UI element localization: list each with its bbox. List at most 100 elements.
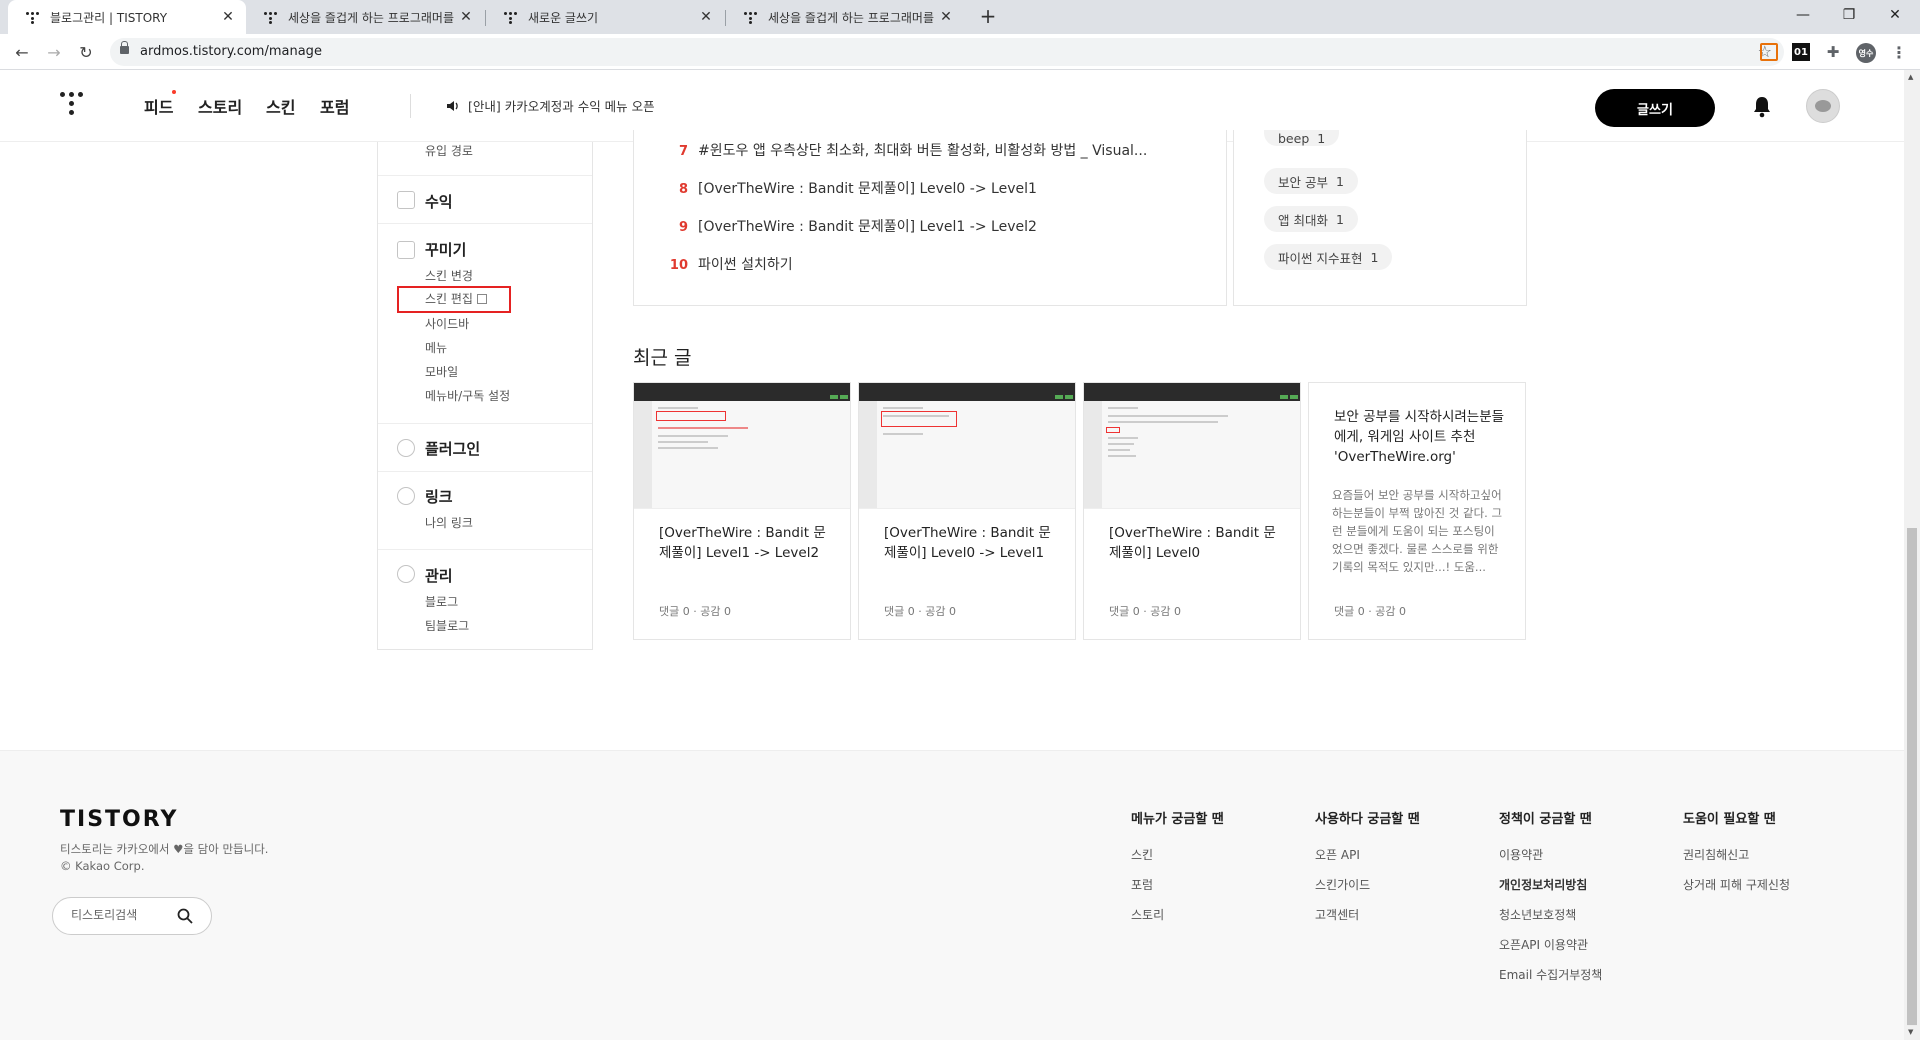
page-scrollbar[interactable]: ▲ ▼: [1904, 70, 1920, 1040]
nav-forum[interactable]: 포럼: [320, 94, 349, 118]
footer-link[interactable]: 오픈 API: [1315, 846, 1360, 863]
layout-icon: [397, 241, 415, 259]
sidebar-item-menubar-subscribe[interactable]: 메뉴바/구독 설정: [425, 387, 510, 404]
sidebar-section-manage[interactable]: 관리: [425, 565, 453, 586]
minimize-button[interactable]: —: [1780, 0, 1826, 30]
new-badge-dot: [172, 90, 176, 94]
sidebar-section-link[interactable]: 링크: [425, 486, 453, 507]
tag-chip[interactable]: beep 1: [1264, 130, 1340, 146]
close-tab-icon[interactable]: ✕: [698, 9, 714, 25]
popular-post-row[interactable]: 7 #윈도우 앱 우측상단 최소화, 최대화 버튼 활성화, 비활성화 방법 _ …: [666, 140, 1147, 160]
browser-tab[interactable]: 세상을 즐겁게 하는 프로그래머를 ✕: [726, 0, 964, 34]
footer-search-input[interactable]: [71, 908, 167, 922]
address-bar[interactable]: ardmos.tistory.com/manage ☆: [110, 38, 1784, 66]
browser-tab-active[interactable]: 블로그관리 | TISTORY ✕: [8, 0, 246, 34]
tag-chip[interactable]: 보안 공부 1: [1264, 168, 1358, 194]
browser-tab[interactable]: 세상을 즐겁게 하는 프로그래머를 ✕: [246, 0, 484, 34]
tistory-favicon-icon: [744, 10, 758, 24]
footer-link[interactable]: 고객센터: [1315, 906, 1359, 923]
url-text[interactable]: ardmos.tistory.com/manage: [140, 44, 322, 59]
nav-feed[interactable]: 피드: [144, 94, 173, 118]
card-title[interactable]: [OverTheWire : Bandit 문제풀이] Level1 -> Le…: [659, 523, 829, 563]
close-tab-icon[interactable]: ✕: [220, 9, 236, 25]
sidebar-item-mobile[interactable]: 모바일: [425, 363, 458, 380]
sidebar-item-menu[interactable]: 메뉴: [425, 339, 447, 356]
browser-toolbar: ← → ↻ ardmos.tistory.com/manage ☆ 01 ✚ 영…: [0, 34, 1920, 70]
footer-search-box[interactable]: [52, 897, 212, 935]
popular-post-row[interactable]: 8 [OverTheWire : Bandit 문제풀이] Level0 -> L…: [666, 178, 1037, 198]
nav-skin[interactable]: 스킨: [266, 94, 295, 118]
close-tab-icon[interactable]: ✕: [458, 9, 474, 25]
speaker-icon: [447, 100, 458, 111]
browser-tab-bar: 블로그관리 | TISTORY ✕ 세상을 즐겁게 하는 프로그래머를 ✕ 새로…: [0, 0, 1920, 34]
sidebar-item-my-link[interactable]: 나의 링크: [425, 514, 473, 531]
tistory-favicon-icon: [264, 10, 278, 24]
sidebar-section-revenue[interactable]: 수익: [425, 191, 453, 212]
scrollbar-thumb[interactable]: [1907, 528, 1917, 1026]
manage-sidebar: 유입 경로 수익 꾸미기 스킨 변경 스킨 편집 사이드바 메뉴 모바일 메뉴바…: [377, 142, 593, 650]
extension-01-icon[interactable]: 01: [1792, 43, 1810, 61]
extension-grid-icon[interactable]: [1760, 43, 1778, 61]
user-avatar[interactable]: [1806, 89, 1840, 123]
new-tab-button[interactable]: +: [976, 5, 1000, 29]
sidebar-item-change-skin[interactable]: 스킨 변경: [425, 267, 473, 284]
reload-icon[interactable]: ↻: [74, 40, 98, 64]
tistory-logo-icon[interactable]: [60, 92, 86, 120]
popular-post-row[interactable]: 9 [OverTheWire : Bandit 문제풀이] Level1 -> L…: [666, 216, 1037, 236]
footer-link[interactable]: 스킨가이드: [1315, 876, 1370, 893]
puzzle-extensions-icon[interactable]: ✚: [1824, 43, 1842, 61]
footer-link[interactable]: 이용약관: [1499, 846, 1543, 863]
footer-link[interactable]: 스킨: [1131, 846, 1153, 863]
close-window-button[interactable]: ✕: [1872, 0, 1918, 30]
recent-post-card[interactable]: [OverTheWire : Bandit 문제풀이] Level0 댓글 0 …: [1083, 382, 1301, 640]
plugin-icon: [397, 439, 415, 457]
tag-chip[interactable]: 앱 최대화 1: [1264, 206, 1358, 232]
more-menu-icon[interactable]: ⋮: [1890, 43, 1908, 62]
post-thumbnail: [1084, 383, 1300, 509]
recent-post-card[interactable]: 보안 공부를 시작하시려는분들에게, 워게임 사이트 추천 'OverTheWi…: [1308, 382, 1526, 640]
profile-avatar-button[interactable]: 영수: [1856, 43, 1876, 63]
popular-post-row[interactable]: 10 파이썬 설치하기: [666, 254, 793, 274]
browser-tab[interactable]: 새로운 글쓰기 ✕: [486, 0, 724, 34]
tistory-favicon-icon: [504, 10, 518, 24]
footer-link[interactable]: Email 수집거부정책: [1499, 966, 1602, 983]
card-title[interactable]: [OverTheWire : Bandit 문제풀이] Level0 -> Le…: [884, 523, 1054, 563]
forward-arrow-icon[interactable]: →: [42, 40, 66, 64]
sidebar-item-inflow-path[interactable]: 유입 경로: [425, 142, 473, 159]
footer-link[interactable]: 포럼: [1131, 876, 1153, 893]
recent-post-card[interactable]: [OverTheWire : Bandit 문제풀이] Level0 -> Le…: [858, 382, 1076, 640]
sidebar-item-team-blog[interactable]: 팀블로그: [425, 617, 469, 634]
footer-col-title: 사용하다 궁금할 땐: [1315, 812, 1420, 827]
revenue-icon: [397, 191, 415, 209]
card-title[interactable]: [OverTheWire : Bandit 문제풀이] Level0: [1109, 523, 1279, 563]
notice-banner[interactable]: [안내] 카카오계정과 수익 메뉴 오픈: [446, 96, 655, 115]
footer-link[interactable]: 권리침해신고: [1683, 846, 1749, 863]
bell-icon[interactable]: [1752, 96, 1772, 118]
footer-link[interactable]: 오픈API 이용약관: [1499, 936, 1588, 953]
card-meta: 댓글 0 · 공감 0: [659, 605, 731, 618]
recent-posts-title: 최근 글: [633, 347, 692, 369]
footer-link[interactable]: 상거래 피해 구제신청: [1683, 876, 1790, 893]
nav-story[interactable]: 스토리: [198, 94, 242, 118]
sidebar-item-sidebar[interactable]: 사이드바: [425, 315, 469, 332]
restore-button[interactable]: ❐: [1826, 0, 1872, 30]
search-icon[interactable]: [177, 908, 193, 924]
sidebar-section-plugin[interactable]: 플러그인: [425, 438, 480, 459]
footer-link[interactable]: 스토리: [1131, 906, 1164, 923]
sidebar-item-blog[interactable]: 블로그: [425, 593, 458, 610]
back-arrow-icon[interactable]: ←: [10, 40, 34, 64]
card-title[interactable]: 보안 공부를 시작하시려는분들에게, 워게임 사이트 추천 'OverTheWi…: [1334, 407, 1506, 467]
popular-posts-panel: 7 #윈도우 앱 우측상단 최소화, 최대화 버튼 활성화, 비활성화 방법 _ …: [633, 130, 1227, 306]
recent-post-card[interactable]: [OverTheWire : Bandit 문제풀이] Level1 -> Le…: [633, 382, 851, 640]
sidebar-section-decorate[interactable]: 꾸미기: [425, 239, 466, 260]
write-post-button[interactable]: 글쓰기: [1595, 89, 1715, 127]
close-tab-icon[interactable]: ✕: [938, 9, 954, 25]
site-footer: TISTORY 티스토리는 카카오에서 ♥을 담아 만듭니다. © Kakao …: [0, 750, 1904, 1040]
footer-link-privacy[interactable]: 개인정보처리방침: [1499, 876, 1587, 893]
link-icon: [397, 487, 415, 505]
tag-chip[interactable]: 파이썬 지수표현 1: [1264, 244, 1393, 270]
footer-link[interactable]: 청소년보호정책: [1499, 906, 1576, 923]
footer-col-title: 정책이 궁금할 땐: [1499, 812, 1592, 827]
card-meta: 댓글 0 · 공감 0: [1109, 605, 1181, 618]
footer-col-title: 도움이 필요할 땐: [1683, 812, 1776, 827]
